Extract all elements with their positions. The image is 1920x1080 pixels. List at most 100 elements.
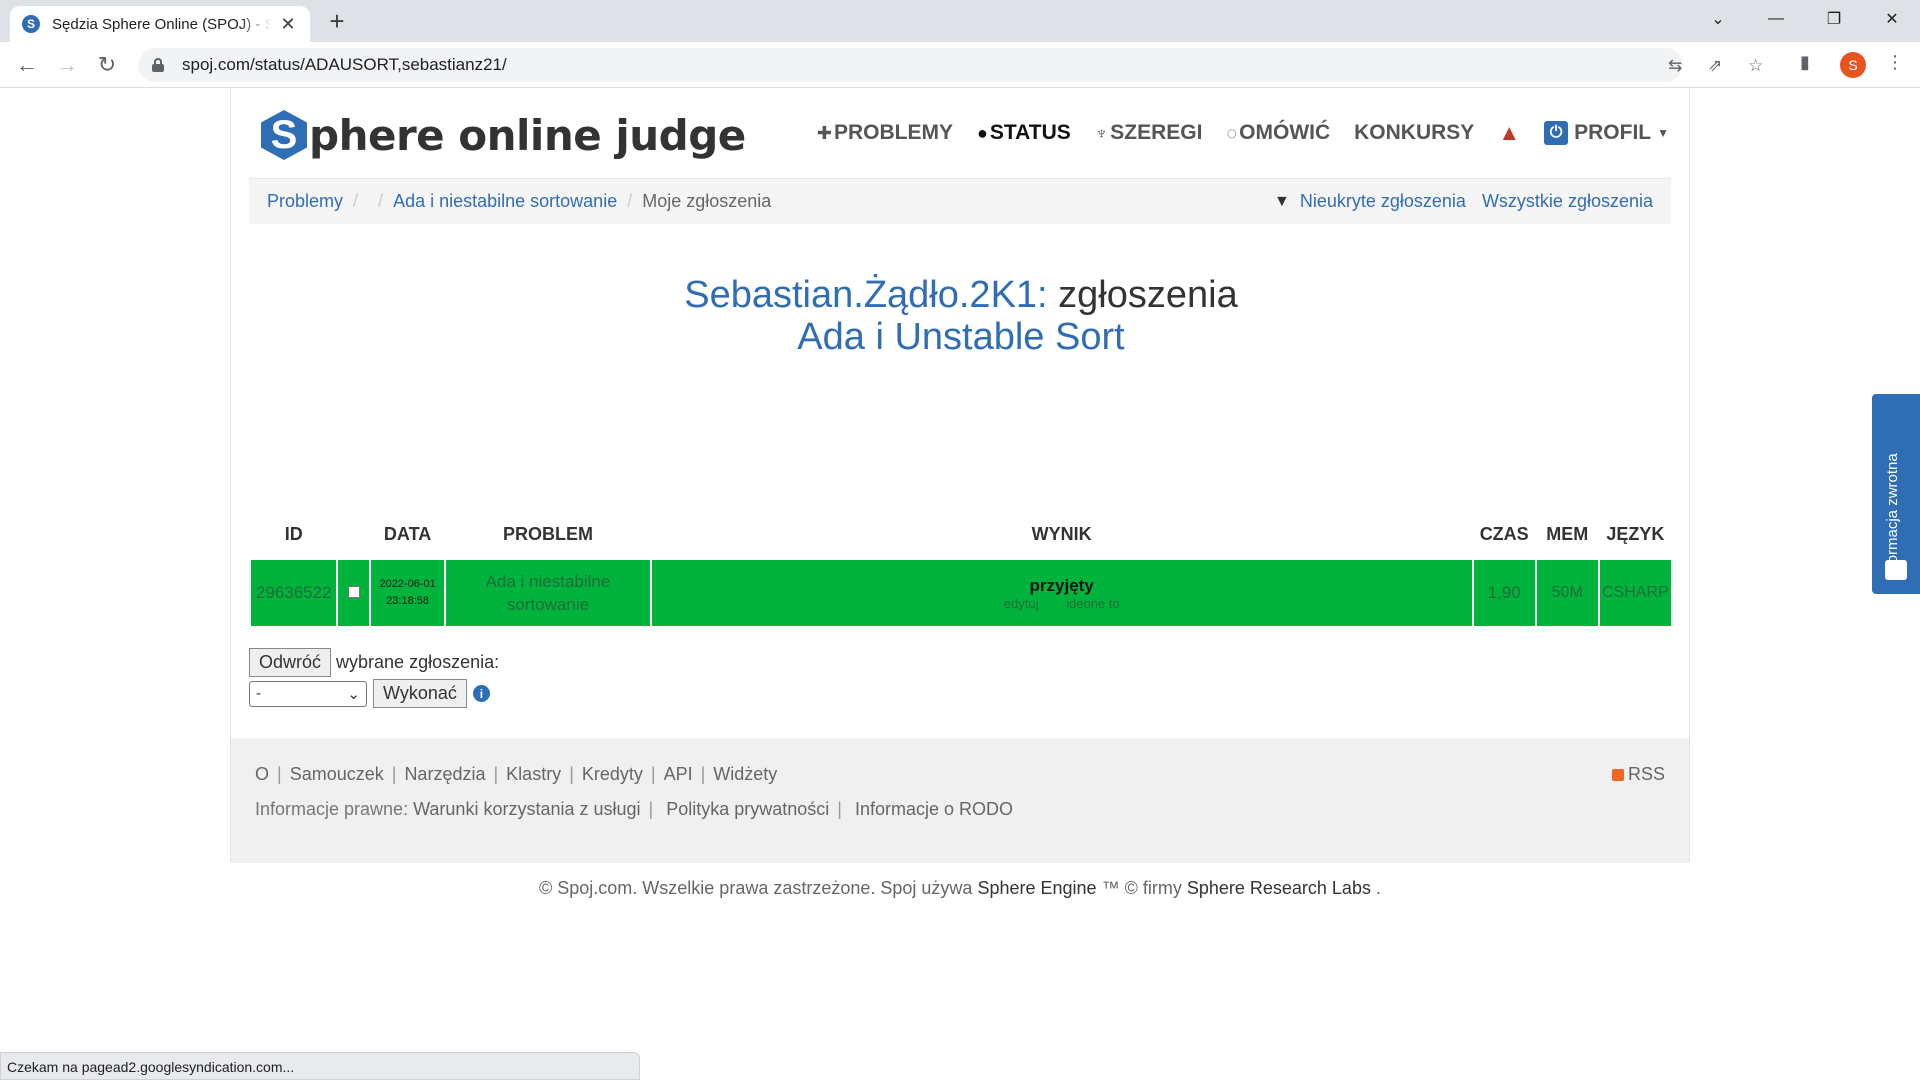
unhidden-submissions-link[interactable]: Nieukryte zgłoszenia [1300,191,1466,212]
power-icon: ⏻ [1544,121,1569,145]
chat-bubbles-icon: ◌ [1226,122,1238,143]
footer-link-tutorial[interactable]: Samouczek [290,764,384,785]
submission-problem-link[interactable]: Ada i niestabilne sortowanie [446,570,649,616]
side-panel-icon[interactable]: ▮ [1800,52,1810,73]
submission-lang[interactable]: CSHARP [1599,560,1671,626]
lock-icon[interactable] [152,58,164,72]
footer-legal: Informacje prawne: Warunki korzystania z… [255,799,1665,820]
nav-profile-label: PROFIL [1574,121,1652,144]
rss-link[interactable]: RSS [1611,764,1665,785]
footer-link-tools[interactable]: Narzędzia [404,764,485,785]
site-logo[interactable]: S phere online judge [261,110,746,160]
filter-icon: ▼ [1274,192,1290,210]
minimize-button[interactable]: — [1748,0,1804,38]
breadcrumb-separator: / [353,191,359,211]
url-text[interactable]: spoj.com/status/ADAUSORT,sebastianz21/ [182,55,507,75]
nav-status[interactable]: ● STATUS [977,121,1071,145]
copyright-pre: © Spoj.com. Wszelkie prawa zastrzeżone. … [539,878,973,898]
copyright: © Spoj.com. Wszelkie prawa zastrzeżone. … [0,878,1920,899]
submission-time: 1,90 [1473,560,1535,626]
rss-icon [1611,768,1624,781]
nav-profile[interactable]: ⏻ PROFIL ▼ [1544,121,1669,145]
footer-separator: | [493,764,499,784]
feedback-tab[interactable]: Informacja zwrotna [1872,394,1920,594]
rss-label: RSS [1627,764,1665,784]
submission-date: 2022-06-01 [379,578,436,590]
submission-id[interactable]: 29636522 [251,560,337,626]
close-window-button[interactable]: ✕ [1864,0,1920,38]
table-row: 29636522 2022-06-01 23:18:58 Ada i niest… [251,560,1671,626]
invert-selection-button[interactable]: Odwróć [249,648,332,677]
breadcrumb-problem[interactable]: Ada i niestabilne sortowanie [393,191,617,212]
page-title: Sebastian.Żądło.2K1: zgłoszenia Ada i Un… [231,274,1691,358]
title-problem-link[interactable]: Ada i Unstable Sort [231,316,1691,358]
nav-warning[interactable]: ▲ [1498,120,1520,146]
spoj-favicon-icon: S [22,15,40,33]
footer-link-clusters[interactable]: Klastry [506,764,561,785]
submission-problem-cell: Ada i niestabilne sortowanie [446,560,650,626]
privacy-link[interactable]: Polityka prywatności [666,799,829,819]
footer-link-widgets[interactable]: Widżety [713,764,777,785]
footer-link-about[interactable]: O [255,764,269,785]
nav-problems[interactable]: ✚ PROBLEMY [817,121,953,145]
new-tab-button[interactable]: + [318,6,356,36]
nav-ranks-label: SZEREGI [1110,121,1203,144]
submission-date-cell: 2022-06-01 23:18:58 [370,560,445,626]
footer-separator: | [391,764,397,784]
edit-link[interactable]: edytuj [1004,596,1039,611]
browser-tabstrip: S Sędzia Sphere Online (SPOJ) - Status ✕… [0,0,1920,42]
profile-avatar[interactable]: S [1840,52,1866,78]
submissions-table: ID DATA PROBLEM WYNIK CZAS MEM JĘZYK 296… [249,508,1673,628]
sphere-engine-link[interactable]: Sphere Engine [977,878,1096,898]
action-select[interactable]: - ⌄ [249,680,367,707]
footer-link-credits[interactable]: Kredyty [582,764,643,785]
main-container: S phere online judge ✚ PROBLEMY ● STATUS… [230,88,1690,863]
browser-tab[interactable]: S Sędzia Sphere Online (SPOJ) - Status ✕ [10,6,310,42]
header-date[interactable]: DATA [371,510,444,558]
title-user-link[interactable]: Sebastian.Żądło.2K1: [684,274,1047,316]
sphere-labs-link[interactable]: Sphere Research Labs [1187,878,1371,898]
back-icon[interactable]: ← [12,50,42,80]
terms-link[interactable]: Warunki korzystania z usługi [413,799,640,819]
nav-discuss-label: OMÓWIĆ [1239,121,1331,144]
breadcrumb-current: Moje zgłoszenia [642,191,772,211]
bulk-actions: Odwróć wybrane zgłoszenia: - ⌄ Wykonać i [249,648,499,708]
close-tab-icon[interactable]: ✕ [278,14,298,35]
page: S phere online judge ✚ PROBLEMY ● STATUS… [0,88,1920,1080]
execute-button[interactable]: Wykonać [373,679,467,708]
row-checkbox[interactable] [347,585,360,598]
main-nav: ✚ PROBLEMY ● STATUS ♆ SZEREGI ◌ OMÓWIĆ K… [817,120,1669,146]
header-problem[interactable]: PROBLEM [446,510,649,558]
menu-kebab-icon[interactable]: ⋮ [1886,52,1904,73]
header-lang[interactable]: JĘZYK [1600,510,1671,558]
breadcrumb-separator: / [627,191,633,211]
footer-separator: | [700,764,706,784]
nav-contests[interactable]: KONKURSY [1354,121,1474,145]
info-icon[interactable]: i [472,685,490,702]
reload-icon[interactable]: ↻ [92,50,122,80]
restore-button[interactable]: ❐ [1806,0,1862,38]
translate-icon[interactable]: ⇆ [1668,56,1682,76]
address-bar[interactable]: spoj.com/status/ADAUSORT,sebastianz21/ ⇆… [138,48,1763,82]
legal-label: Informacje prawne: [255,799,409,819]
all-submissions-link[interactable]: Wszystkie zgłoszenia [1482,191,1653,212]
footer-separator: | [648,799,654,819]
nav-discuss[interactable]: ◌ OMÓWIĆ [1226,121,1330,145]
submission-result-cell: przyjęty edytuj ideone to [651,560,1472,626]
gdpr-link[interactable]: Informacje o RODO [855,799,1013,819]
ideone-link[interactable]: ideone to [1066,596,1120,611]
bookmark-star-icon[interactable]: ☆ [1748,56,1763,76]
share-icon[interactable]: ⇗ [1708,56,1722,76]
header-time[interactable]: CZAS [1474,510,1535,558]
header-result[interactable]: WYNIK [652,510,1472,558]
breadcrumb-problems[interactable]: Problemy [267,191,343,212]
header-id[interactable]: ID [251,510,336,558]
footer-separator: | [650,764,656,784]
filter-unhidden[interactable]: ▼ Nieukryte zgłoszenia [1274,191,1466,212]
footer-link-api[interactable]: API [664,764,693,785]
tab-search-icon[interactable]: ⌄ [1690,0,1746,38]
nav-ranks[interactable]: ♆ SZEREGI [1095,121,1203,145]
forward-icon[interactable]: → [52,50,82,80]
header-mem[interactable]: MEM [1537,510,1598,558]
browser-toolbar: ← → ↻ spoj.com/status/ADAUSORT,sebastian… [0,42,1920,88]
